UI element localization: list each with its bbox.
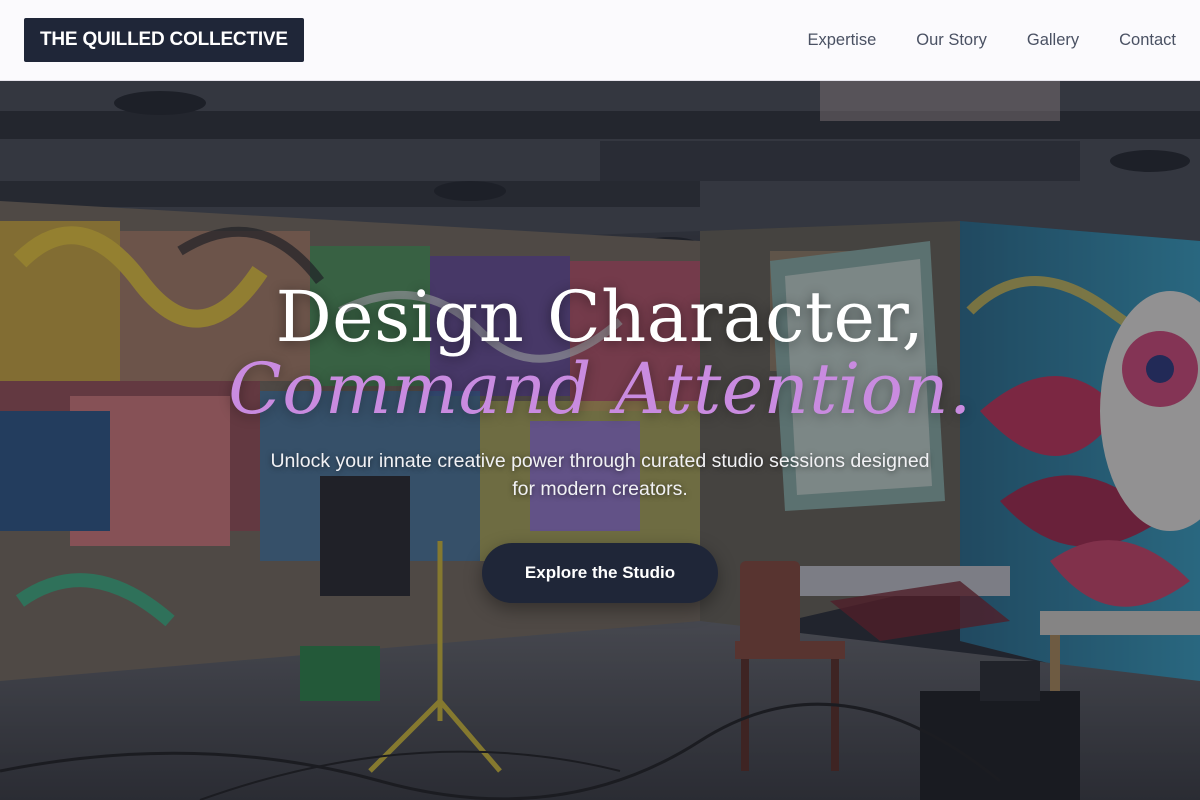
explore-studio-button[interactable]: Explore the Studio bbox=[482, 543, 718, 603]
main-nav: Expertise Our Story Gallery Contact bbox=[807, 0, 1176, 80]
site-logo[interactable]: THE QUILLED COLLECTIVE bbox=[24, 18, 304, 62]
nav-link-expertise[interactable]: Expertise bbox=[807, 31, 876, 50]
hero-content: Design Character, Command Attention. Unl… bbox=[0, 81, 1200, 800]
hero-headline: Design Character, bbox=[275, 276, 925, 358]
nav-link-contact[interactable]: Contact bbox=[1119, 31, 1176, 50]
nav-link-gallery[interactable]: Gallery bbox=[1027, 31, 1079, 50]
hero-section: Design Character, Command Attention. Unl… bbox=[0, 81, 1200, 800]
site-header: THE QUILLED COLLECTIVE Expertise Our Sto… bbox=[0, 0, 1200, 81]
hero-subtitle: Unlock your innate creative power throug… bbox=[270, 450, 930, 500]
nav-link-our-story[interactable]: Our Story bbox=[916, 31, 987, 50]
hero-headline-accent: Command Attention. bbox=[228, 348, 972, 430]
